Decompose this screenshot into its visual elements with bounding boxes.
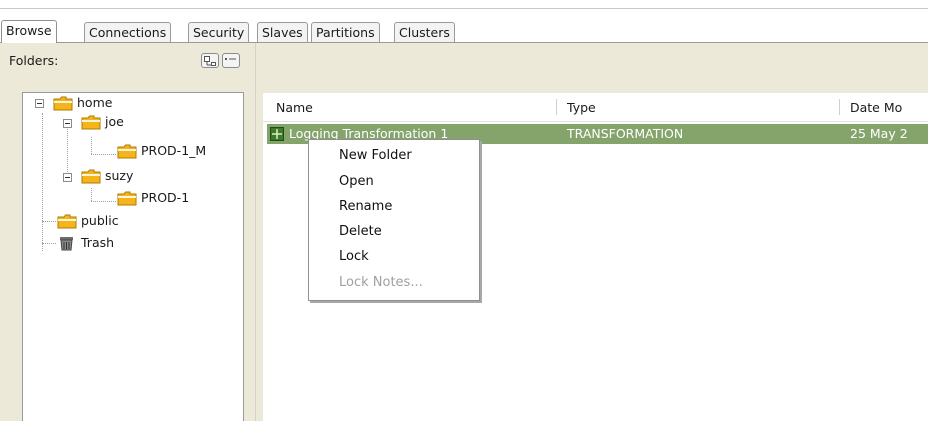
tree-item-label: Trash <box>81 235 115 250</box>
expand-toggle-suzy[interactable] <box>63 173 72 182</box>
tab-clusters[interactable]: Clusters <box>394 22 455 42</box>
folder-icon <box>57 214 77 229</box>
tab-security[interactable]: Security <box>188 22 250 42</box>
tab-browse[interactable]: Browse <box>1 20 57 43</box>
transformation-icon <box>270 127 284 141</box>
tree-item-label: suzy <box>105 168 134 183</box>
tab-partitions[interactable]: Partitions <box>311 22 380 42</box>
tab-label: Partitions <box>316 25 375 40</box>
column-header-name[interactable]: Name <box>276 97 313 119</box>
trash-icon <box>60 237 73 251</box>
tree-item-label: PROD-1 <box>141 190 190 205</box>
expand-toggle-joe[interactable] <box>63 119 72 128</box>
column-divider[interactable] <box>556 99 557 115</box>
tree-item-label: joe <box>105 114 124 129</box>
column-divider[interactable] <box>839 99 840 115</box>
tree-item-label: public <box>81 213 119 228</box>
menu-item-rename[interactable]: Rename <box>339 196 392 218</box>
expand-collapse-button[interactable] <box>201 53 219 68</box>
tree-line <box>91 137 92 154</box>
tree-item-label: PROD-1_M <box>141 143 207 158</box>
folder-icon <box>81 115 101 130</box>
window-top-line <box>0 8 928 9</box>
menu-item-open[interactable]: Open <box>339 171 374 193</box>
menu-item-new-folder[interactable]: New Folder <box>339 145 412 167</box>
tab-label: Security <box>193 25 245 40</box>
panel-separator <box>255 43 256 421</box>
tree-line <box>91 154 116 155</box>
tree-line <box>91 188 92 201</box>
tree-item-label: home <box>77 95 113 110</box>
tree-line <box>91 201 116 202</box>
tab-connections[interactable]: Connections <box>84 22 172 42</box>
cell-date: 25 May 2 <box>850 126 908 141</box>
tab-strip: Browse Connections Security Slaves Parti… <box>0 18 928 43</box>
folders-label: Folders: <box>9 53 59 68</box>
show-details-icon <box>225 58 236 60</box>
tab-label: Clusters <box>399 25 450 40</box>
tab-slaves[interactable]: Slaves <box>257 22 308 42</box>
tab-label: Slaves <box>262 25 303 40</box>
expand-toggle-home[interactable] <box>35 99 44 108</box>
folder-icon <box>117 144 137 159</box>
menu-item-lock-notes: Lock Notes... <box>339 275 423 290</box>
folder-icon <box>117 191 137 206</box>
folder-icon <box>81 169 101 184</box>
tree-line <box>42 243 56 244</box>
header-divider <box>263 121 928 122</box>
context-menu: New Folder Open Rename Delete Lock Lock … <box>308 139 480 301</box>
tree-line <box>42 113 43 251</box>
folder-icon <box>53 96 73 111</box>
menu-item-delete[interactable]: Delete <box>339 221 382 243</box>
folder-tree: home joe PROD-1_M suzy PROD-1 public Tra… <box>22 92 244 421</box>
column-header-type[interactable]: Type <box>567 97 596 119</box>
cell-type: TRANSFORMATION <box>567 126 684 141</box>
tab-label: Connections <box>89 25 167 40</box>
column-header-date[interactable]: Date Mo <box>850 97 902 119</box>
menu-item-lock[interactable]: Lock <box>339 246 369 268</box>
tree-line <box>42 221 56 222</box>
show-details-button[interactable] <box>222 53 240 68</box>
expand-collapse-icon <box>204 56 216 66</box>
tab-label: Browse <box>6 23 52 38</box>
